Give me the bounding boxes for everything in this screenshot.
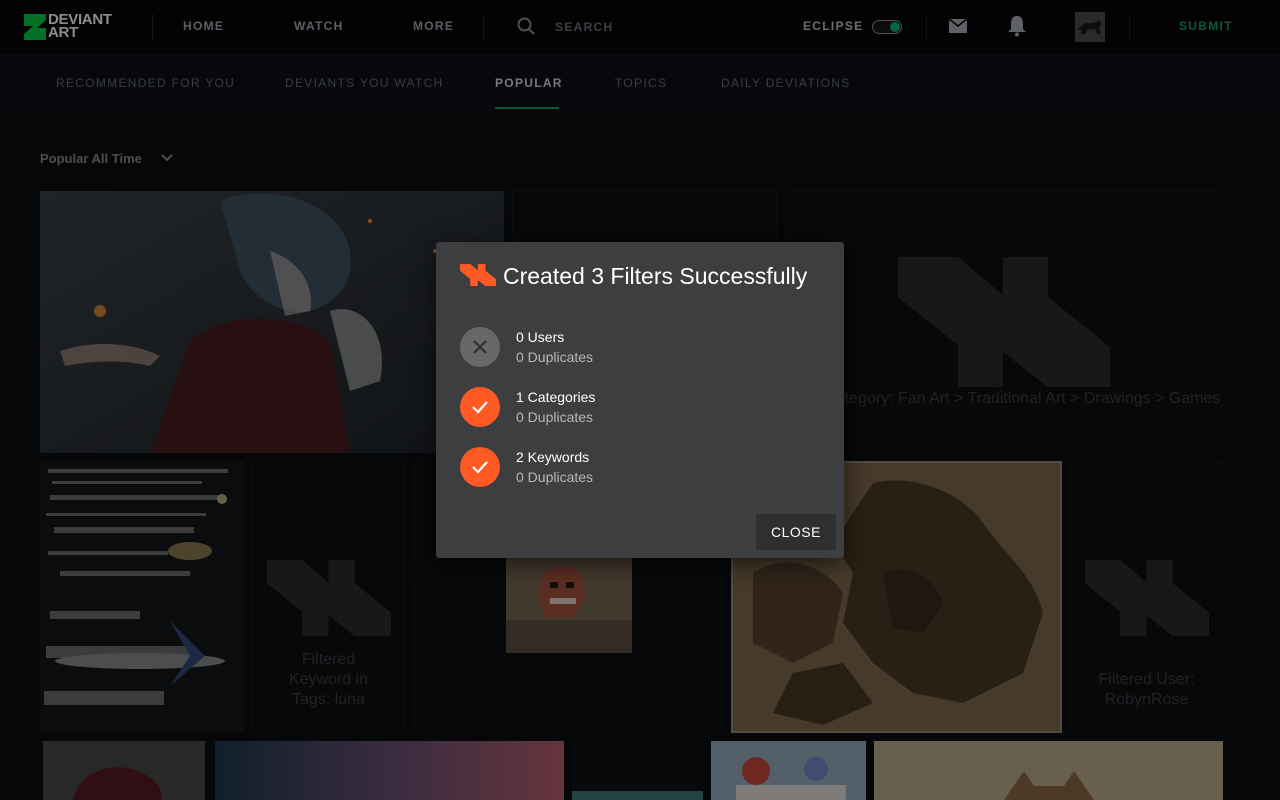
status-circle — [460, 447, 500, 487]
status-circle — [460, 327, 500, 367]
dialog-title: Created 3 Filters Successfully — [503, 263, 808, 289]
result-users: 0 Users 0 Duplicates — [460, 327, 820, 369]
deviantart-filter-logo-icon — [460, 264, 496, 286]
filters-created-dialog: Created 3 Filters Successfully 0 Users 0… — [436, 242, 844, 558]
status-circle — [460, 387, 500, 427]
result-duplicates: 0 Duplicates — [516, 469, 594, 485]
close-button[interactable]: CLOSE — [756, 514, 836, 550]
check-icon — [472, 401, 488, 414]
x-icon — [473, 340, 487, 354]
result-duplicates: 0 Duplicates — [516, 349, 594, 365]
result-keywords: 2 Keywords 0 Duplicates — [460, 447, 820, 489]
result-categories: 1 Categories 0 Duplicates — [460, 387, 820, 429]
result-count: 0 Users — [516, 329, 565, 345]
result-count: 1 Categories — [516, 389, 596, 405]
result-duplicates: 0 Duplicates — [516, 409, 594, 425]
result-count: 2 Keywords — [516, 449, 590, 465]
check-icon — [472, 461, 488, 474]
